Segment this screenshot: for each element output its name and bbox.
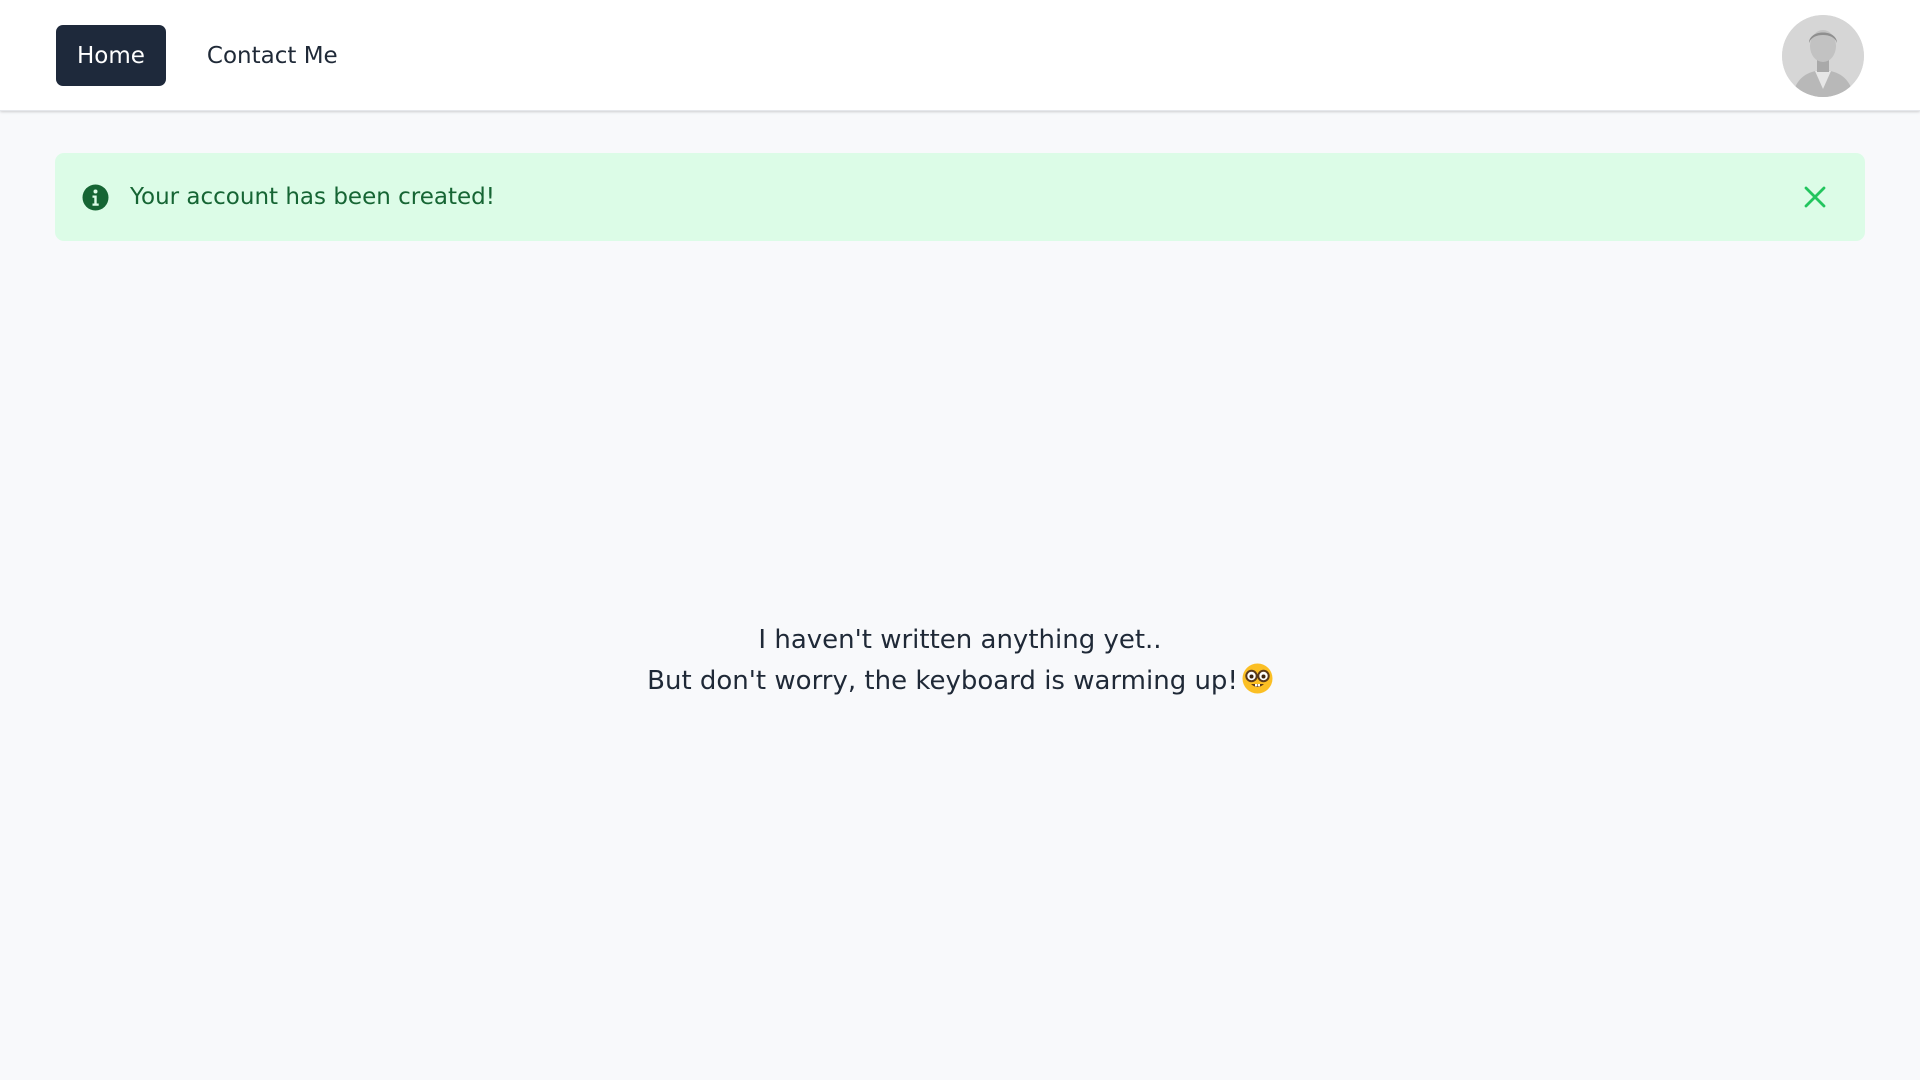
empty-state-line-2: But don't worry, the keyboard is warming… bbox=[647, 666, 1238, 696]
top-navbar: Home Contact Me bbox=[0, 0, 1920, 111]
empty-state: I haven't written anything yet.. But don… bbox=[0, 620, 1920, 702]
user-avatar-icon[interactable] bbox=[1782, 15, 1864, 97]
alert-message: Your account has been created! bbox=[130, 184, 495, 210]
close-icon[interactable] bbox=[1795, 153, 1835, 241]
avatar-silhouette-icon bbox=[1782, 15, 1864, 97]
nav-home-link[interactable]: Home bbox=[56, 25, 166, 86]
empty-state-line-2-wrap: But don't worry, the keyboard is warming… bbox=[0, 661, 1920, 702]
nerd-face-emoji-icon bbox=[1242, 663, 1273, 694]
empty-state-line-1: I haven't written anything yet.. bbox=[758, 625, 1162, 655]
nav-links: Home Contact Me bbox=[56, 25, 379, 86]
success-alert: Your account has been created! bbox=[55, 153, 1865, 241]
info-icon bbox=[82, 184, 109, 211]
nav-contact-link[interactable]: Contact Me bbox=[186, 25, 359, 86]
